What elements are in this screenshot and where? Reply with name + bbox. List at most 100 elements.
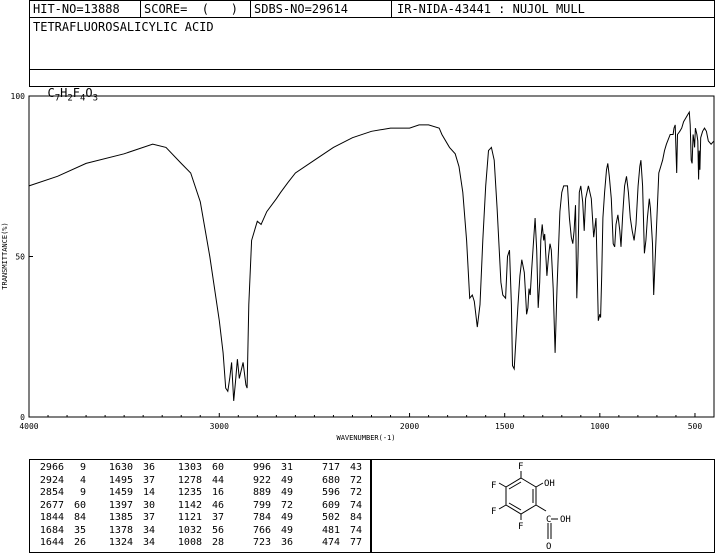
peak-spacer [155,487,174,500]
peak-transmittance: 35 [73,524,86,536]
x-tick-label: 1000 [590,422,609,431]
peak-wavenumber: 2966 [39,462,64,473]
x-tick-label: 3000 [210,422,229,431]
peak-transmittance: 36 [142,462,155,473]
peak-wavenumber: 2677 [39,499,64,511]
peak-transmittance: 84 [73,512,86,523]
peak-wavenumber: 1495 [108,474,133,486]
peak-wavenumber: 889 [252,487,271,498]
peak-spacer [155,525,174,538]
peak-spacer [293,525,312,538]
peak-wavenumber: 1142 [177,499,202,511]
peak-transmittance: 9 [79,487,86,498]
peak-table-row: 2966 9 1630 36 1303 60 996 31 717 43 [36,462,362,475]
ring-double-bond [508,502,522,511]
bond-f-upper-left [498,482,507,488]
peak-spacer [293,475,312,488]
bond-carboxyl [535,504,547,512]
peak-transmittance: 72 [349,474,362,486]
y-tick-label: 0 [20,413,25,422]
y-axis-ticks: 0 50 100 [11,92,33,422]
atom-oh: OH [544,479,555,489]
peak-transmittance: 31 [280,462,293,473]
peak-table-row: 1844 84 1385 37 1121 37 784 49 502 84 [36,512,362,525]
peak-transmittance: 60 [211,462,224,473]
peak-transmittance: 30 [142,499,155,511]
peak-table: 2966 9 1630 36 1303 60 996 31 717 43 2924 4 1495 37 12… [36,462,362,550]
bond-oh [535,482,544,488]
spectrum-line [28,110,715,401]
peak-transmittance: 56 [211,524,224,536]
peak-transmittance: 72 [280,499,293,511]
peak-transmittance: 26 [73,537,86,548]
peak-transmittance: 44 [211,474,224,486]
peak-transmittance: 74 [349,499,362,511]
peak-spacer [155,500,174,513]
peak-transmittance: 4 [79,474,86,486]
ir-spectrum-chart: 4000 3000 2000 1500 1000 500 0 50 100 WAVENUMBE… [1,92,715,442]
peak-spacer [155,462,174,475]
peak-spacer [224,512,243,525]
peak-wavenumber: 1303 [177,462,202,473]
peak-spacer [86,500,105,513]
peak-wavenumber: 717 [321,462,340,473]
peak-spacer [224,487,243,500]
peak-transmittance: 49 [280,474,293,486]
peak-wavenumber: 1644 [39,537,64,548]
x-tick-label: 1500 [495,422,514,431]
peak-spacer [86,475,105,488]
atom-carboxyl-oh: OH [560,515,571,525]
peak-table-row: 1684 35 1378 34 1032 56 766 49 481 74 [36,525,362,538]
peak-spacer [224,475,243,488]
peak-spacer [155,512,174,525]
peak-spacer [86,537,105,550]
peak-spacer [86,525,105,538]
atom-f-lower-left: F [491,507,496,517]
peak-wavenumber: 1844 [39,512,64,523]
peak-spacer [86,512,105,525]
peak-spacer [155,537,174,550]
peak-transmittance: 49 [280,487,293,498]
peak-transmittance: 60 [73,499,86,511]
x-tick-label: 4000 [19,422,38,431]
peak-transmittance: 37 [211,512,224,523]
peak-table-row: 1644 26 1324 34 1008 28 723 36 474 77 [36,537,362,550]
peak-spacer [293,462,312,475]
peak-wavenumber: 784 [252,512,271,523]
peak-transmittance: 46 [211,499,224,511]
peak-transmittance: 9 [79,462,86,473]
peak-wavenumber: 996 [252,462,271,473]
peak-wavenumber: 680 [321,474,340,486]
peak-spacer [155,475,174,488]
peak-wavenumber: 1235 [177,487,202,498]
peak-wavenumber: 1397 [108,499,133,511]
peak-transmittance: 49 [280,524,293,536]
peak-wavenumber: 799 [252,499,271,511]
peak-wavenumber: 596 [321,487,340,498]
peak-wavenumber: 502 [321,512,340,523]
peak-spacer [293,512,312,525]
atom-carboxyl-c: C [546,515,551,525]
peak-spacer [224,537,243,550]
peak-transmittance: 37 [142,512,155,523]
peak-wavenumber: 723 [252,537,271,548]
peak-transmittance: 37 [142,474,155,486]
atom-carbonyl-o: O [546,542,551,552]
peak-transmittance: 72 [349,487,362,498]
peak-transmittance: 36 [280,537,293,548]
peak-table-row: 2677 60 1397 30 1142 46 799 72 609 74 [36,500,362,513]
peak-wavenumber: 609 [321,499,340,511]
peak-wavenumber: 1385 [108,512,133,523]
peak-transmittance: 74 [349,524,362,536]
x-tick-label: 500 [688,422,703,431]
peak-transmittance: 14 [142,487,155,498]
peak-table-row: 2854 9 1459 14 1235 16 889 49 596 72 [36,487,362,500]
y-axis-label: TRANSMITTANCE(%) [1,222,9,289]
peak-wavenumber: 1630 [108,462,133,473]
peak-wavenumber: 1378 [108,524,133,536]
atom-f-bottom: F [518,522,523,532]
peak-transmittance: 28 [211,537,224,548]
peak-transmittance: 49 [280,512,293,523]
peak-wavenumber: 766 [252,524,271,536]
peak-wavenumber: 1684 [39,524,64,536]
